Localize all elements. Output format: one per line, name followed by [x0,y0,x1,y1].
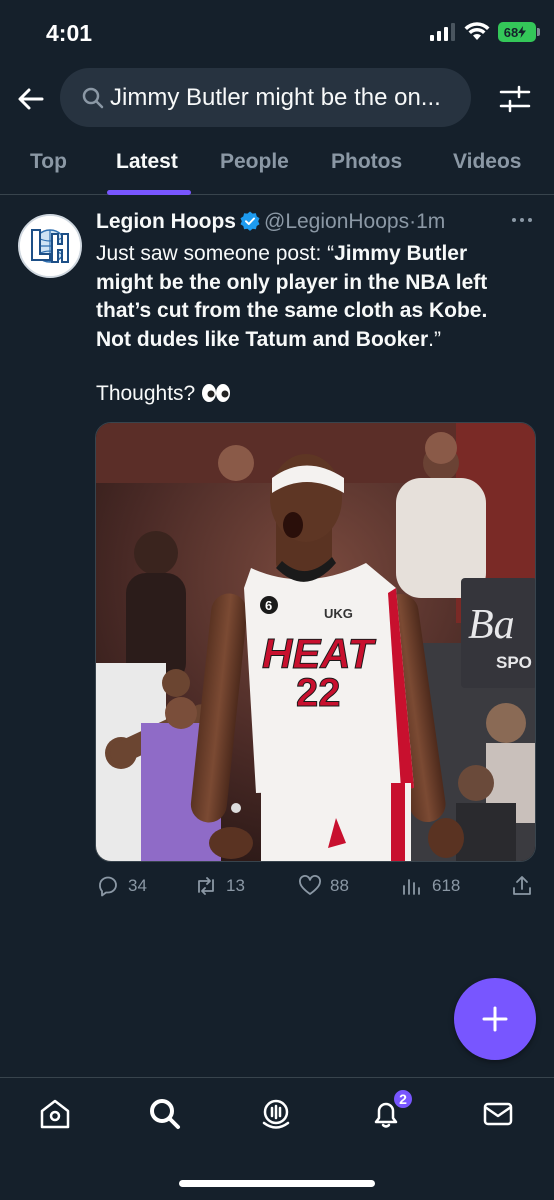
nav-home[interactable] [37,1096,77,1136]
author-handle[interactable]: @LegionHoops [264,210,409,233]
tweet-text-intro: Just saw someone post: “ [96,242,335,265]
share-button[interactable] [510,874,534,898]
eyes-emoji-icon [202,384,231,402]
retweet-button[interactable]: 13 [194,874,245,898]
jersey-number: 22 [296,671,341,715]
tweet-timestamp[interactable]: 1m [416,210,445,233]
tab-latest[interactable]: Latest [116,150,178,174]
tab-people[interactable]: People [220,150,289,174]
back-button[interactable] [14,82,48,116]
plus-icon [482,1006,508,1032]
tab-videos[interactable]: Videos [453,150,521,174]
basketball-player-photo: Ba SPO UKG 6 HEAT 22 [96,423,535,861]
reply-count: 34 [128,876,147,895]
more-dots-icon [512,218,532,222]
banner-text: Ba [468,602,515,648]
nav-search[interactable] [147,1096,187,1136]
notifications-badge: 2 [392,1088,414,1110]
thoughts-label: Thoughts? [96,382,196,405]
views-button[interactable]: 618 [400,874,460,898]
like-button[interactable]: 88 [298,874,349,898]
battery-level: 68 [503,24,519,40]
search-filter-button[interactable] [498,82,532,116]
view-count: 618 [432,876,461,895]
home-indicator [179,1180,375,1187]
status-icons: 68 [430,22,540,42]
compose-tweet-button[interactable] [454,978,536,1060]
search-icon [82,87,104,108]
tab-top[interactable]: Top [30,150,67,174]
jersey-team-text: HEAT [262,630,377,677]
nav-spaces[interactable] [258,1096,298,1136]
search-input[interactable]: Jimmy Butler might be the on... [60,68,471,127]
more-options-button[interactable] [510,208,534,232]
heart-icon [299,875,321,895]
home-icon [40,1099,70,1129]
envelope-icon [483,1102,513,1126]
banner-subtext: SPO [496,653,532,672]
search-icon [150,1099,180,1129]
views-chart-icon [403,879,420,895]
tweet-text: Just saw someone post: “Jimmy Butler mig… [96,240,526,354]
search-row: Jimmy Butler might be the on... [0,68,554,128]
retweet-count: 13 [226,876,245,895]
jersey-sponsor: UKG [324,606,353,621]
author-name[interactable]: Legion Hoops [96,210,236,233]
tweet-header: Legion Hoops @LegionHoops·1m [96,210,536,238]
status-time: 4:01 [46,20,93,46]
reply-button[interactable]: 34 [96,874,147,898]
author-avatar[interactable] [18,214,82,278]
retweet-icon [198,877,214,895]
like-count: 88 [330,876,349,895]
verified-badge-icon [240,211,260,231]
nav-notifications[interactable]: 2 [368,1088,414,1136]
tweet-text-thoughts: Thoughts? [96,382,231,406]
search-query: Jimmy Butler might be the on... [110,83,441,111]
search-tabs: Top Latest People Photos Videos [0,132,554,195]
nav-messages[interactable] [480,1096,520,1136]
reply-bubble-icon [99,876,117,897]
legion-hoops-logo-icon [20,216,80,276]
tweet-media-photo[interactable]: Ba SPO UKG 6 HEAT 22 [95,422,536,862]
arrow-left-icon [18,88,44,110]
cellular-signal-icon [430,23,455,41]
tab-photos[interactable]: Photos [331,150,402,174]
battery-indicator: 68 [498,22,540,42]
jersey-patch-number: 6 [265,598,272,613]
sliders-icon [499,85,531,113]
status-bar: 4:01 68 [0,0,554,62]
share-icon [513,876,531,895]
microphone-spaces-icon [262,1099,290,1129]
active-tab-indicator [107,190,191,195]
charging-bolt-icon [518,26,527,38]
tweet-actions: 34 13 88 618 [94,874,539,902]
tweet-text-end: .” [428,327,441,351]
wifi-icon [464,22,490,40]
